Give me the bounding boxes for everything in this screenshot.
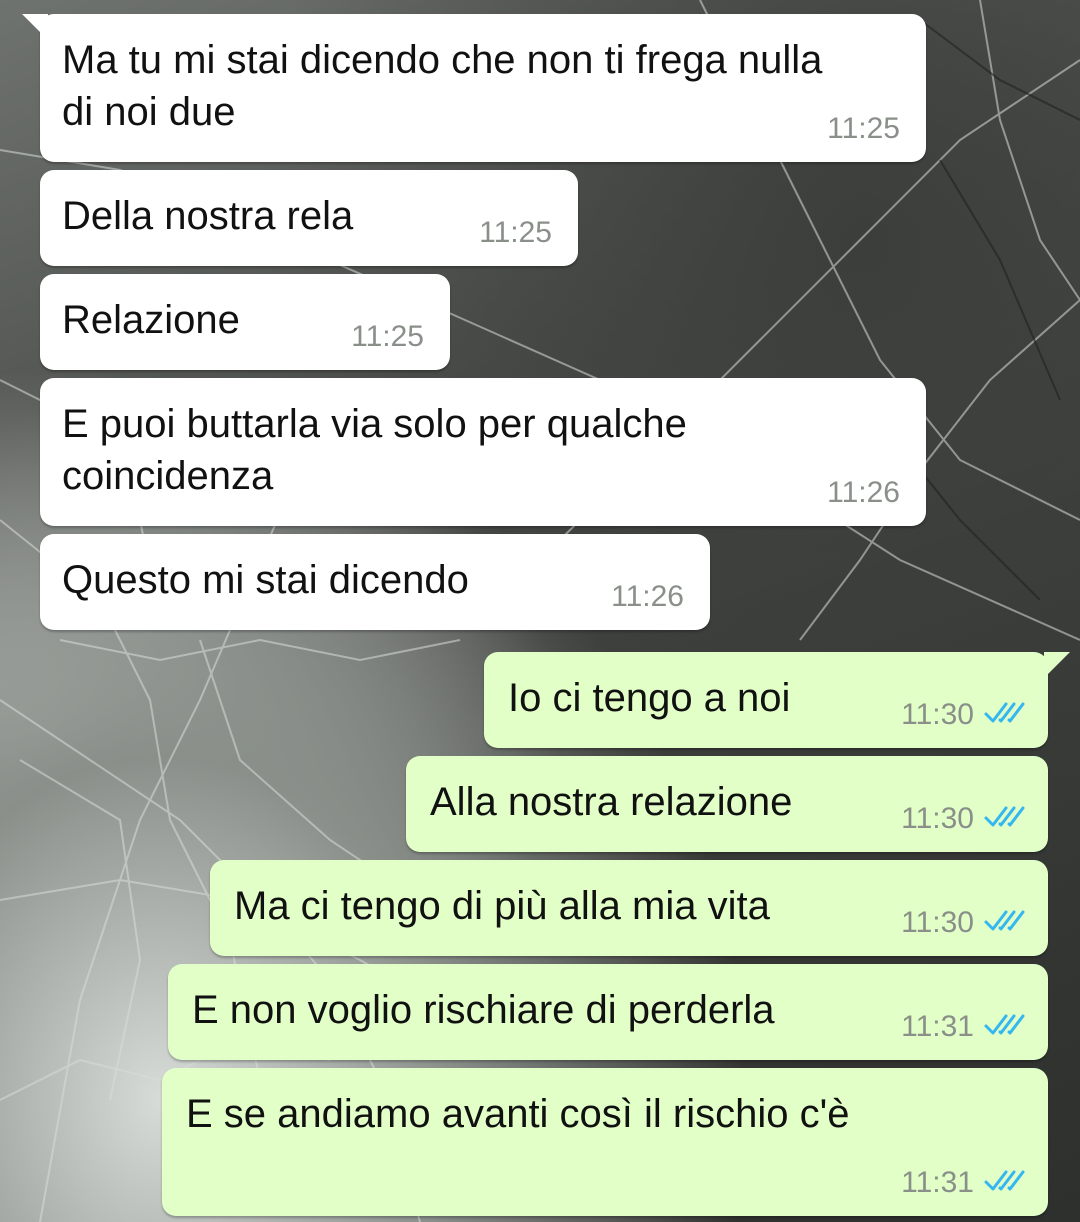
- message-text: Questo mi stai dicendo: [62, 558, 469, 602]
- bubble-tail: [1044, 652, 1070, 678]
- message-text: Ma tu mi stai dicendo che non ti frega n…: [62, 38, 823, 134]
- message-timestamp: 11:25: [827, 112, 900, 145]
- message-text: Ma ci tengo di più alla mia vita: [234, 884, 770, 928]
- message-text: E non voglio rischiare di perderla: [192, 988, 775, 1032]
- message-bubble-incoming[interactable]: Questo mi stai dicendo 11:26: [40, 534, 710, 630]
- double-check-read-icon: [984, 806, 1025, 827]
- message-timestamp: 11:30: [901, 698, 974, 731]
- message-timestamp: 11:26: [611, 580, 684, 613]
- message-bubble-outgoing[interactable]: Alla nostra relazione 11:30: [406, 756, 1048, 852]
- double-check-read-icon: [984, 910, 1025, 931]
- double-check-read-icon: [984, 702, 1025, 723]
- message-timestamp: 11:26: [827, 476, 900, 509]
- message-timestamp: 11:30: [901, 906, 974, 939]
- message-bubble-incoming[interactable]: Della nostra rela 11:25: [40, 170, 578, 266]
- message-timestamp: 11:31: [901, 1166, 974, 1199]
- message-timestamp: 11:31: [901, 1010, 974, 1043]
- message-text: Della nostra rela: [62, 194, 354, 238]
- message-bubble-incoming[interactable]: Ma tu mi stai dicendo che non ti frega n…: [22, 14, 926, 162]
- message-text: E se andiamo avanti così il rischio c'è: [186, 1092, 850, 1136]
- double-check-read-icon: [984, 1014, 1025, 1035]
- bubble-tail: [22, 14, 48, 40]
- message-bubble-outgoing[interactable]: E non voglio rischiare di perderla 11:31: [168, 964, 1048, 1060]
- message-bubble-incoming[interactable]: Relazione 11:25: [40, 274, 450, 370]
- message-text: Alla nostra relazione: [430, 780, 793, 824]
- message-timestamp: 11:25: [351, 320, 424, 353]
- message-bubble-incoming[interactable]: E puoi buttarla via solo per qualche coi…: [40, 378, 926, 526]
- double-check-read-icon: [984, 1170, 1025, 1191]
- message-bubble-outgoing[interactable]: Io ci tengo a noi 11:30: [484, 652, 1070, 748]
- message-text: Relazione: [62, 298, 240, 342]
- message-timestamp: 11:30: [901, 802, 974, 835]
- message-bubble-outgoing[interactable]: E se andiamo avanti così il rischio c'è …: [162, 1068, 1048, 1216]
- message-text: E puoi buttarla via solo per qualche coi…: [62, 402, 687, 498]
- message-bubble-outgoing[interactable]: Ma ci tengo di più alla mia vita 11:30: [210, 860, 1048, 956]
- message-text: Io ci tengo a noi: [508, 676, 791, 720]
- message-timestamp: 11:25: [479, 216, 552, 249]
